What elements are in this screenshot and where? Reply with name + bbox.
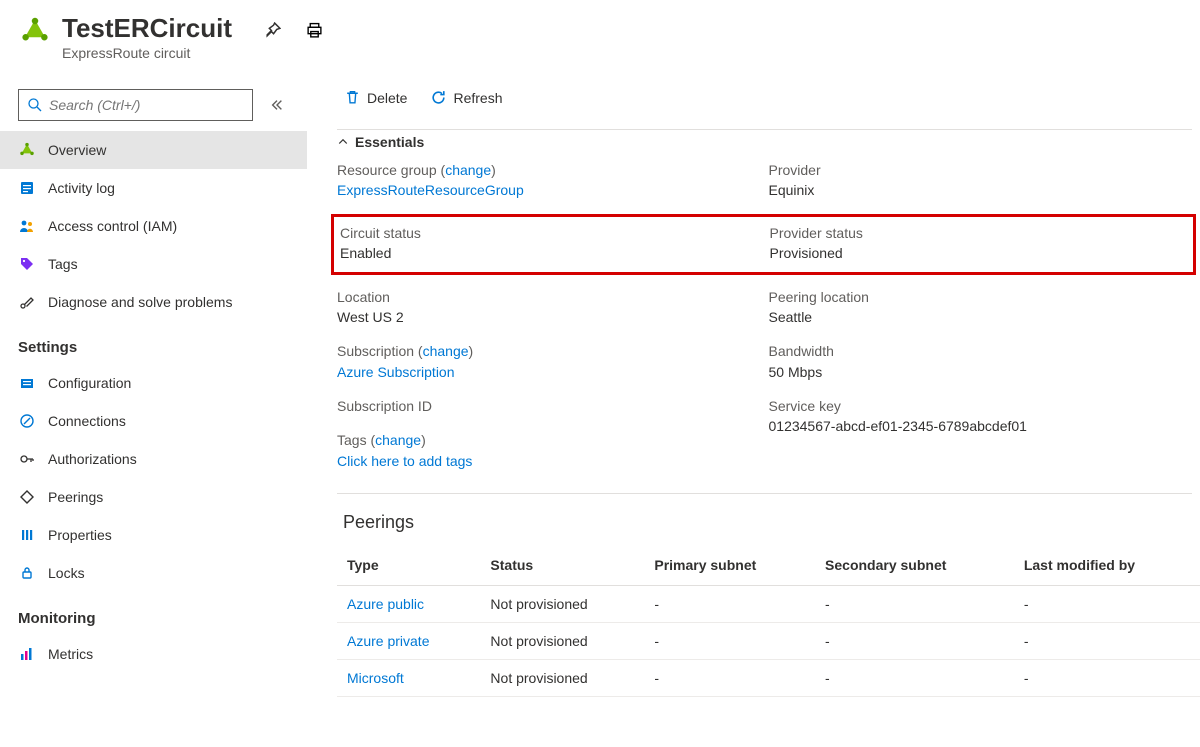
nav-label: Authorizations: [48, 451, 137, 467]
col-modified[interactable]: Last modified by: [1016, 547, 1200, 586]
change-resource-group-link[interactable]: change: [445, 162, 491, 178]
main-content: Delete Refresh Essentials Resource group…: [307, 75, 1200, 747]
subscription-link[interactable]: Azure Subscription: [337, 362, 769, 382]
essentials-toggle[interactable]: Essentials: [337, 130, 1200, 160]
pin-button[interactable]: [262, 20, 282, 40]
configuration-icon: [18, 374, 36, 392]
nav-item-activity-log[interactable]: Activity log: [0, 169, 307, 207]
expressroute-icon: [18, 141, 36, 159]
change-subscription-link[interactable]: change: [423, 343, 469, 359]
refresh-button[interactable]: Refresh: [429, 89, 502, 107]
nav-item-locks[interactable]: Locks: [0, 554, 307, 592]
metrics-icon: [18, 645, 36, 663]
nav-label: Access control (IAM): [48, 218, 177, 234]
peerings-title: Peerings: [337, 494, 1200, 547]
add-tags-link[interactable]: Click here to add tags: [337, 451, 769, 471]
nav-label: Configuration: [48, 375, 131, 391]
status-highlight: Circuit status Enabled Provider status P…: [331, 214, 1196, 275]
chevron-up-icon: [337, 136, 349, 148]
print-button[interactable]: [304, 20, 324, 40]
nav-item-overview[interactable]: Overview: [0, 131, 307, 169]
resource-group-link[interactable]: ExpressRouteResourceGroup: [337, 180, 769, 200]
peering-type-link[interactable]: Microsoft: [347, 670, 404, 686]
table-row[interactable]: Azure public Not provisioned - - -: [337, 585, 1200, 622]
search-input[interactable]: [49, 97, 244, 113]
essentials-title: Essentials: [355, 134, 424, 150]
essentials-grid: Resource group (change) ExpressRouteReso…: [337, 160, 1200, 215]
field-peering-location: Peering location Seattle: [769, 287, 1200, 328]
refresh-icon: [429, 89, 447, 107]
field-provider-status: Provider status Provisioned: [770, 223, 1194, 264]
nav-label: Overview: [48, 142, 106, 158]
nav-label: Connections: [48, 413, 126, 429]
nav-item-access-control[interactable]: Access control (IAM): [0, 207, 307, 245]
search-box[interactable]: [18, 89, 253, 121]
locks-icon: [18, 564, 36, 582]
table-row[interactable]: Azure private Not provisioned - - -: [337, 622, 1200, 659]
nav-label: Activity log: [48, 180, 115, 196]
nav-section-monitoring: Monitoring: [0, 592, 307, 635]
nav-item-tags[interactable]: Tags: [0, 245, 307, 283]
peerings-table: Type Status Primary subnet Secondary sub…: [337, 547, 1200, 697]
field-service-key: Service key 01234567-abcd-ef01-2345-6789…: [769, 396, 1200, 437]
delete-label: Delete: [367, 90, 407, 106]
change-tags-link[interactable]: change: [375, 432, 421, 448]
connections-icon: [18, 412, 36, 430]
nav-label: Peerings: [48, 489, 103, 505]
field-location: Location West US 2: [337, 287, 769, 328]
nav-label: Diagnose and solve problems: [48, 294, 232, 310]
field-resource-group: Resource group (change) ExpressRouteReso…: [337, 160, 769, 201]
delete-button[interactable]: Delete: [343, 89, 407, 107]
nav-item-diagnose[interactable]: Diagnose and solve problems: [0, 283, 307, 321]
nav-item-authorizations[interactable]: Authorizations: [0, 440, 307, 478]
properties-icon: [18, 526, 36, 544]
table-row[interactable]: Microsoft Not provisioned - - -: [337, 659, 1200, 696]
activity-log-icon: [18, 179, 36, 197]
nav-section-settings: Settings: [0, 321, 307, 364]
col-primary[interactable]: Primary subnet: [646, 547, 817, 586]
peerings-icon: [18, 488, 36, 506]
peering-type-link[interactable]: Azure public: [347, 596, 424, 612]
authorizations-icon: [18, 450, 36, 468]
nav-label: Locks: [48, 565, 85, 581]
access-control-icon: [18, 217, 36, 235]
nav-item-properties[interactable]: Properties: [0, 516, 307, 554]
nav-item-connections[interactable]: Connections: [0, 402, 307, 440]
field-bandwidth: Bandwidth 50 Mbps: [769, 341, 1200, 382]
field-subscription: Subscription (change) Azure Subscription: [337, 341, 769, 382]
page-title: TestERCircuit: [62, 14, 232, 43]
col-status[interactable]: Status: [482, 547, 646, 586]
nav-label: Metrics: [48, 646, 93, 662]
col-secondary[interactable]: Secondary subnet: [817, 547, 1016, 586]
page-subtitle: ExpressRoute circuit: [62, 45, 232, 61]
tags-icon: [18, 255, 36, 273]
nav-label: Tags: [48, 256, 78, 272]
expressroute-icon: [18, 14, 52, 48]
nav-item-metrics[interactable]: Metrics: [0, 635, 307, 673]
field-tags: Tags (change) Click here to add tags: [337, 430, 769, 471]
sidebar: Overview Activity log Access control (IA…: [0, 75, 307, 747]
collapse-sidebar-button[interactable]: [265, 98, 289, 112]
nav-item-peerings[interactable]: Peerings: [0, 478, 307, 516]
page-header: TestERCircuit ExpressRoute circuit: [0, 0, 1200, 75]
toolbar: Delete Refresh: [337, 75, 1200, 121]
diagnose-icon: [18, 293, 36, 311]
nav-item-configuration[interactable]: Configuration: [0, 364, 307, 402]
col-type[interactable]: Type: [337, 547, 482, 586]
field-circuit-status: Circuit status Enabled: [340, 223, 764, 264]
peering-type-link[interactable]: Azure private: [347, 633, 429, 649]
nav: Overview Activity log Access control (IA…: [0, 131, 307, 673]
field-subscription-id: Subscription ID: [337, 396, 769, 416]
delete-icon: [343, 89, 361, 107]
refresh-label: Refresh: [453, 90, 502, 106]
field-provider: Provider Equinix: [769, 160, 1200, 201]
nav-label: Properties: [48, 527, 112, 543]
